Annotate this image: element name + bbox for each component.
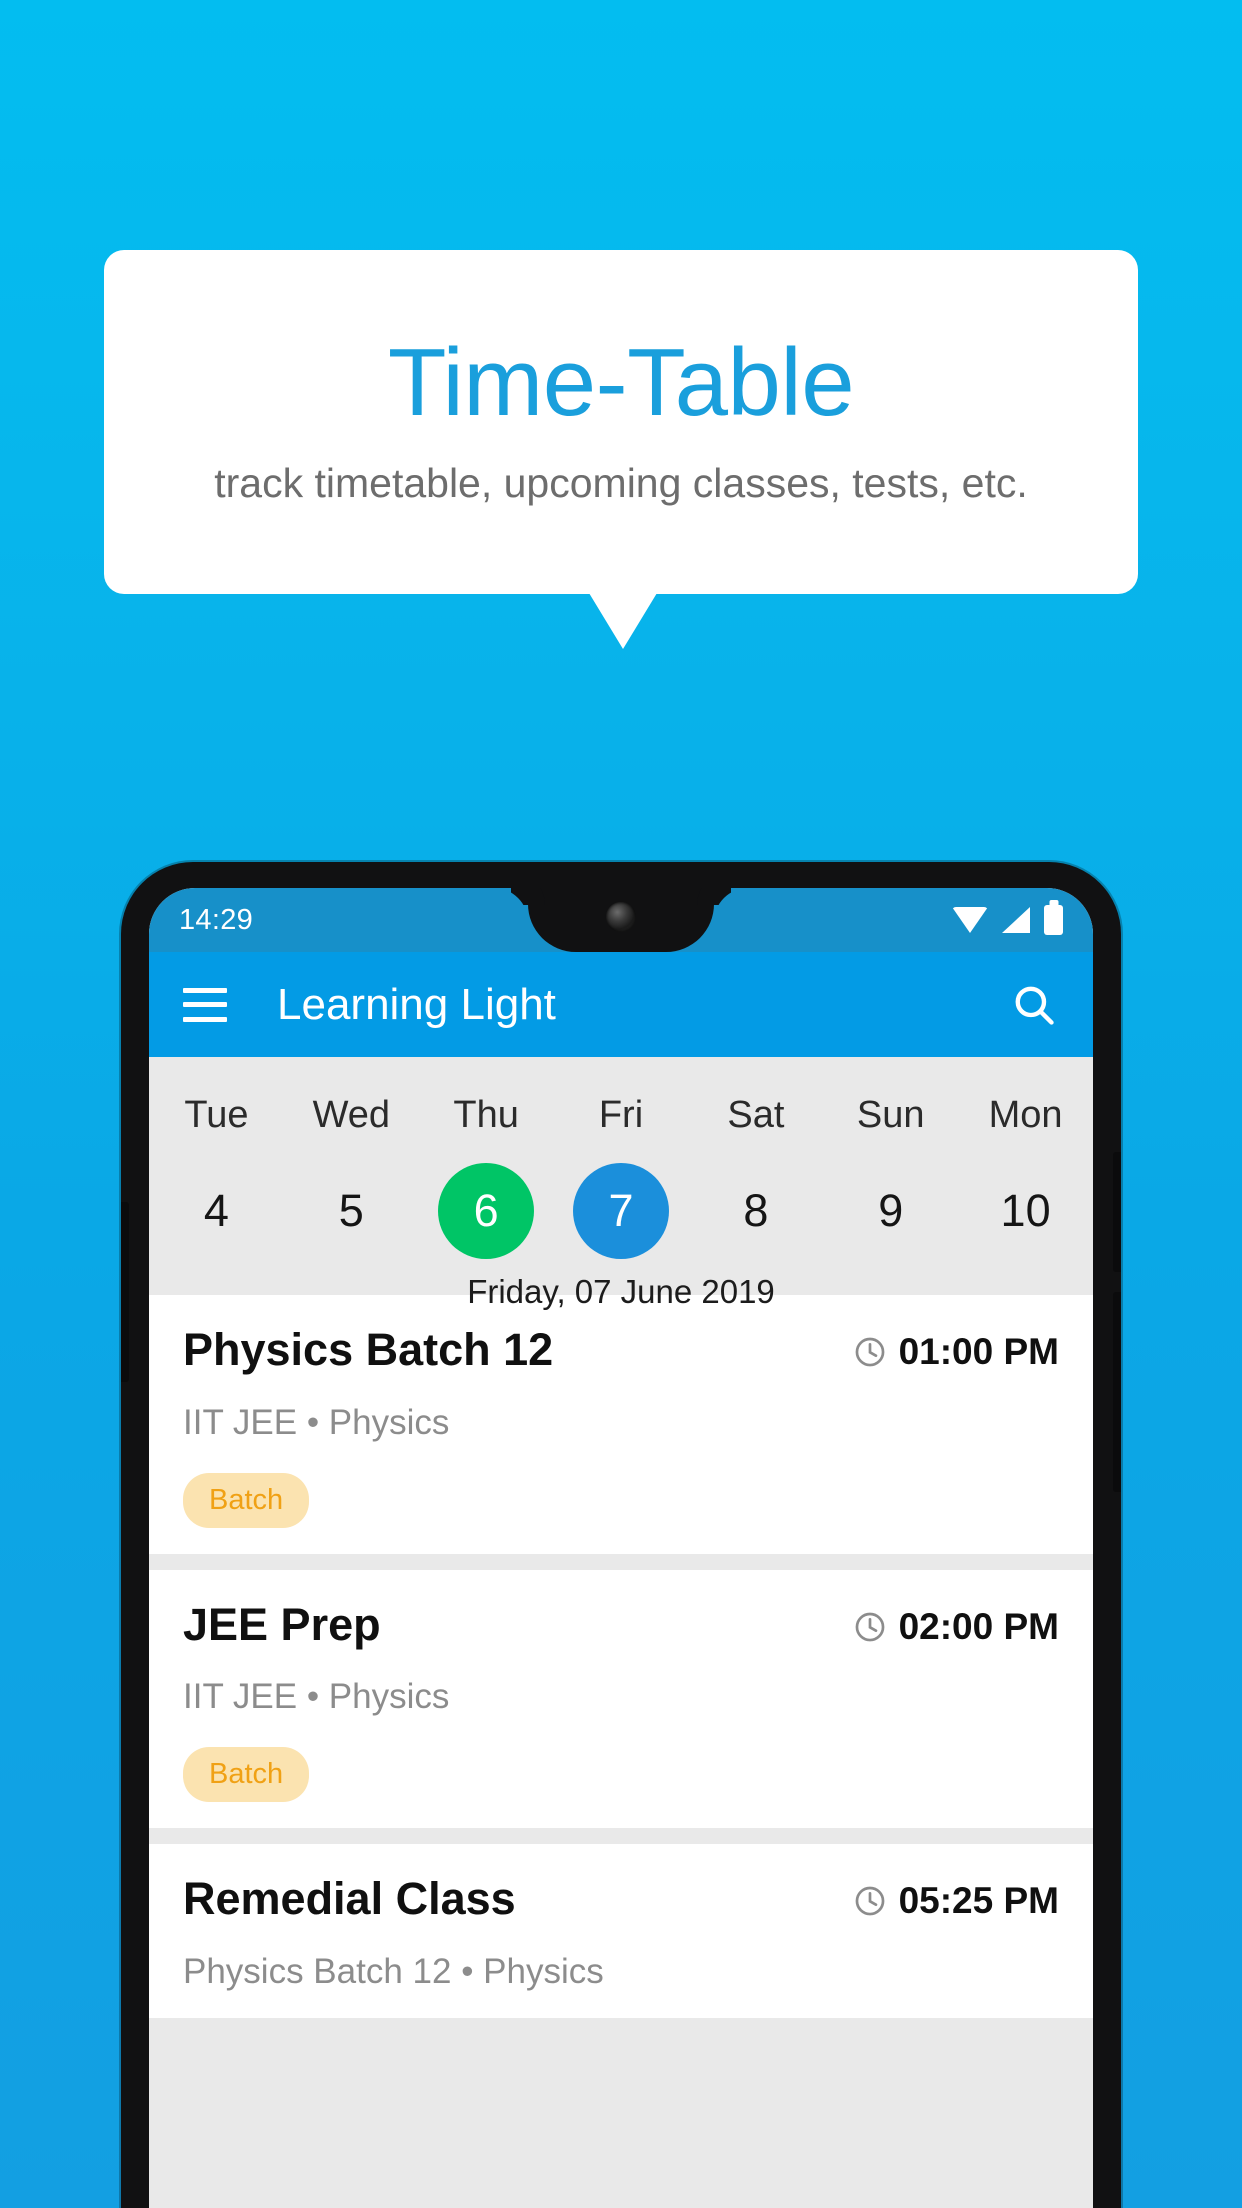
event-subtitle: Physics Batch 12 • Physics	[183, 1951, 604, 1991]
phone-screen: 14:29 Learning Light Tue Wed Thu Fri Sat…	[149, 888, 1093, 2208]
app-bar-title: Learning Light	[277, 979, 556, 1029]
event-time: 02:00 PM	[898, 1605, 1059, 1647]
weekday-label[interactable]: Fri	[554, 1094, 689, 1137]
promo-callout-bubble: Time-Table track timetable, upcoming cla…	[104, 250, 1138, 594]
day-number-cell-today[interactable]: 6	[419, 1163, 554, 1259]
phone-volume-button	[1113, 1152, 1121, 1272]
selected-date-label: Friday, 07 June 2019	[467, 1273, 775, 1310]
week-date-strip: Tue Wed Thu Fri Sat Sun Mon 4 5 6 7 8 9 …	[149, 1057, 1093, 1310]
day-number: 8	[743, 1185, 769, 1236]
weekday-label[interactable]: Wed	[284, 1094, 419, 1137]
event-header: JEE Prep 02:00 PM	[183, 1598, 1059, 1650]
event-card[interactable]: Remedial Class 05:25 PM Physics Batch 12…	[149, 1844, 1093, 2018]
signal-icon	[1002, 907, 1030, 933]
event-time: 01:00 PM	[898, 1331, 1059, 1372]
day-number: 10	[1000, 1185, 1051, 1236]
display-notch	[528, 888, 714, 952]
weekday-row: Tue Wed Thu Fri Sat Sun Mon	[149, 1057, 1093, 1161]
day-number-cell[interactable]: 10	[958, 1185, 1093, 1237]
event-tag-chip[interactable]: Batch	[183, 1747, 310, 1802]
day-number: 7	[573, 1163, 669, 1259]
bubble-tail	[589, 593, 657, 649]
event-subtitle: IIT JEE • Physics	[183, 1402, 450, 1442]
front-camera-icon	[606, 902, 636, 932]
event-time: 05:25 PM	[898, 1880, 1059, 1921]
event-tag-chip[interactable]: Batch	[183, 1472, 310, 1528]
event-title: Remedial Class	[183, 1873, 516, 1924]
status-bar-icons	[952, 905, 1063, 935]
phone-mockup: 14:29 Learning Light Tue Wed Thu Fri Sat…	[121, 862, 1121, 2208]
event-subtitle: IIT JEE • Physics	[183, 1677, 450, 1716]
status-bar-clock: 14:29	[179, 903, 254, 936]
day-number-row: 4 5 6 7 8 9 10	[149, 1161, 1093, 1261]
event-card[interactable]: Physics Batch 12 01:00 PM IIT JEE • Phys…	[149, 1295, 1093, 1554]
event-time-group: 05:25 PM	[853, 1874, 1059, 1922]
day-number: 6	[438, 1163, 535, 1259]
day-number-cell[interactable]: 8	[688, 1185, 823, 1237]
weekday-label[interactable]: Sat	[688, 1094, 823, 1137]
clock-icon	[855, 1612, 884, 1641]
phone-power-button	[1113, 1292, 1121, 1492]
clock-icon	[855, 1337, 884, 1367]
event-header: Remedial Class 05:25 PM	[183, 1874, 1059, 1924]
event-title: JEE Prep	[183, 1598, 381, 1650]
day-number-cell[interactable]: 9	[823, 1185, 958, 1237]
day-number: 9	[878, 1185, 904, 1236]
search-icon[interactable]	[1009, 980, 1059, 1030]
day-number: 5	[338, 1185, 364, 1236]
promo-subtitle: track timetable, upcoming classes, tests…	[214, 460, 1028, 507]
event-time-group: 02:00 PM	[853, 1600, 1059, 1648]
promo-title: Time-Table	[387, 329, 855, 437]
weekday-label[interactable]: Thu	[419, 1094, 554, 1137]
wifi-icon	[952, 907, 988, 933]
day-number: 4	[203, 1185, 229, 1236]
clock-icon	[855, 1886, 884, 1916]
hamburger-menu-icon[interactable]	[183, 987, 227, 1022]
weekday-label[interactable]: Mon	[958, 1094, 1093, 1137]
battery-icon	[1044, 905, 1063, 935]
day-number-cell[interactable]: 5	[284, 1185, 419, 1237]
weekday-label[interactable]: Sun	[823, 1094, 958, 1137]
weekday-label[interactable]: Tue	[149, 1094, 284, 1137]
event-card[interactable]: JEE Prep 02:00 PM IIT JEE • Physics Batc…	[149, 1569, 1093, 1828]
event-header: Physics Batch 12 01:00 PM	[183, 1325, 1059, 1375]
day-number-cell[interactable]: 4	[149, 1185, 284, 1237]
event-time-group: 01:00 PM	[853, 1325, 1059, 1373]
promo-stage: Time-Table track timetable, upcoming cla…	[0, 0, 1242, 2208]
phone-left-button	[121, 1202, 129, 1382]
event-title: Physics Batch 12	[183, 1324, 554, 1375]
event-list[interactable]: Physics Batch 12 01:00 PM IIT JEE • Phys…	[149, 1295, 1093, 2208]
app-bar: Learning Light	[149, 952, 1093, 1057]
day-number-cell-selected[interactable]: 7	[554, 1163, 689, 1259]
